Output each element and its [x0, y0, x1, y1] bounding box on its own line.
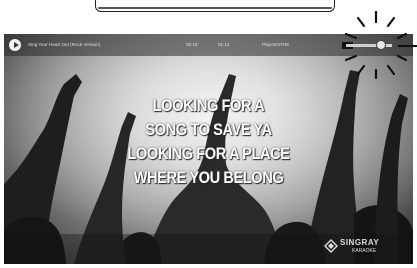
tap-burst-icon [344, 10, 417, 80]
lyric-line: LOOKING FOR A PLACE [127, 144, 290, 163]
brand-name: SINGRAY [340, 238, 380, 247]
device-frame-bottom [95, 0, 335, 12]
play-icon[interactable] [9, 39, 21, 51]
lyric-line: WHERE YOU BELONG [133, 168, 284, 187]
source-label: PlayAESTHE [262, 42, 290, 47]
lyrics-display: LOOKING FOR A SONG TO SAVE YA LOOKING FO… [4, 94, 413, 190]
time-total: 01:12 [218, 42, 230, 47]
brand-subtitle: KARAOKE [352, 248, 377, 254]
lyric-line: LOOKING FOR A [152, 96, 265, 115]
brand-watermark: SINGRAY KARAOKE [324, 237, 408, 259]
song-title: Sing Your Heart Out (Rock Version) [28, 42, 101, 47]
singray-logo-icon [324, 239, 338, 253]
lyric-line: SONG TO SAVE YA [145, 120, 272, 139]
time-elapsed: 00:18 [186, 42, 198, 47]
